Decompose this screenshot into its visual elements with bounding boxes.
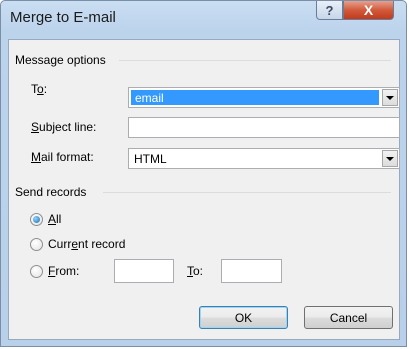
message-options-heading: Message options	[15, 53, 106, 67]
dialog-title: Merge to E-mail	[10, 9, 116, 26]
mail-format-combobox[interactable]: HTML	[128, 148, 400, 169]
dialog-body: Message options To: email Subject line: …	[8, 39, 400, 340]
to-dropdown-button[interactable]	[382, 89, 398, 106]
chevron-down-icon	[386, 95, 394, 100]
all-radio-label[interactable]: All	[48, 212, 61, 226]
selection-highlight	[131, 90, 379, 105]
current-record-label[interactable]: Current record	[48, 237, 125, 251]
to-record-input[interactable]	[221, 259, 282, 283]
group-divider	[103, 192, 391, 193]
subject-line-input[interactable]	[128, 117, 400, 138]
ok-button[interactable]: OK	[199, 306, 288, 329]
question-mark-icon: ?	[325, 2, 334, 18]
to-value: email	[135, 91, 164, 105]
all-radio[interactable]	[30, 213, 43, 226]
help-button[interactable]: ?	[316, 1, 343, 20]
to-record-label: To:	[187, 264, 204, 278]
chevron-down-icon	[386, 156, 394, 161]
from-radio[interactable]	[30, 265, 43, 278]
group-divider	[119, 60, 391, 61]
to-label: To:	[31, 82, 48, 96]
merge-to-email-dialog: Merge to E-mail ? X Message options To: …	[0, 0, 407, 347]
mail-format-value: HTML	[134, 152, 167, 166]
close-x-icon: X	[363, 2, 374, 18]
subject-line-label: Subject line:	[31, 120, 97, 134]
from-label[interactable]: From:	[48, 264, 79, 278]
current-record-radio[interactable]	[30, 238, 43, 251]
send-records-heading: Send records	[15, 185, 87, 199]
mail-format-label: Mail format:	[31, 150, 94, 164]
from-record-input[interactable]	[114, 259, 174, 283]
cancel-button[interactable]: Cancel	[304, 306, 393, 329]
close-button[interactable]: X	[343, 1, 394, 20]
to-combobox[interactable]: email	[128, 87, 400, 108]
mail-format-dropdown-button[interactable]	[382, 150, 398, 167]
